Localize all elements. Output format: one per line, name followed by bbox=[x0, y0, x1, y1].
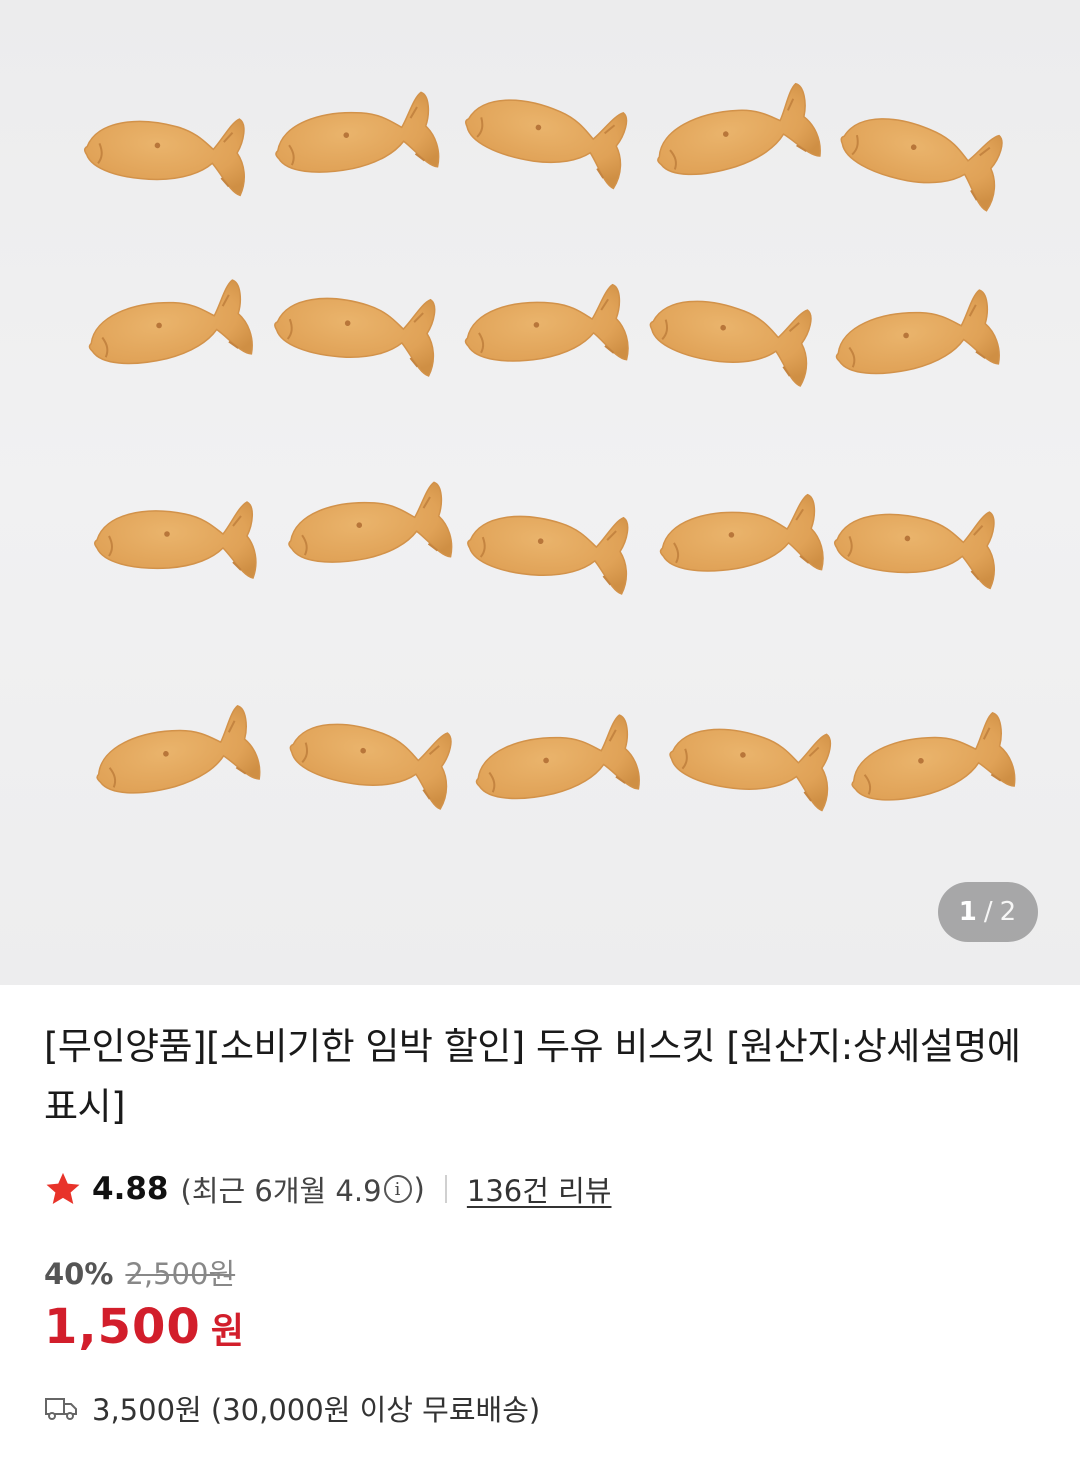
total-pages: 2 bbox=[999, 897, 1018, 927]
current-page: 1 bbox=[958, 897, 978, 927]
page-separator: / bbox=[983, 897, 994, 927]
sale-price: 1,500 bbox=[44, 1299, 201, 1355]
review-count-link[interactable]: 136건 리뷰 bbox=[467, 1168, 612, 1210]
shipping-text: 3,500원 (30,000원 이상 무료배송) bbox=[92, 1393, 541, 1427]
product-title: [무인양품][소비기한 임박 할인] 두유 비스킷 [원산지:상세설명에 표시] bbox=[44, 1025, 1021, 1128]
recent-rating-close: ) bbox=[413, 1172, 425, 1206]
product-image-gallery[interactable]: 1 / 2 bbox=[0, 0, 1080, 985]
shipping-row: 3,500원 (30,000원 이상 무료배송) bbox=[44, 1387, 1036, 1429]
product-image[interactable] bbox=[0, 0, 1080, 985]
image-page-counter: 1 / 2 bbox=[938, 882, 1038, 942]
product-info: [무인양품][소비기한 임박 할인] 두유 비스킷 [원산지:상세설명에 표시]… bbox=[0, 1017, 1080, 1429]
rating-row: 4.88 (최근 6개월 4.9 i ) 136건 리뷰 bbox=[44, 1167, 1036, 1211]
original-price: 2,500원 bbox=[125, 1257, 236, 1291]
recent-rating-text: (최근 6개월 4.9 bbox=[180, 1174, 382, 1208]
info-icon[interactable]: i bbox=[383, 1175, 412, 1203]
divider bbox=[444, 1175, 447, 1203]
discount-row: 40% 2,500원 bbox=[44, 1251, 1036, 1293]
rating-value: 4.88 bbox=[92, 1171, 169, 1207]
truck-icon bbox=[45, 1398, 77, 1420]
recent-rating: (최근 6개월 4.9 i ) bbox=[181, 1168, 425, 1210]
price-row: 1,500 원 bbox=[44, 1299, 1036, 1355]
star-icon bbox=[46, 1172, 80, 1205]
currency-unit: 원 bbox=[210, 1311, 244, 1352]
discount-rate: 40% bbox=[44, 1257, 114, 1291]
